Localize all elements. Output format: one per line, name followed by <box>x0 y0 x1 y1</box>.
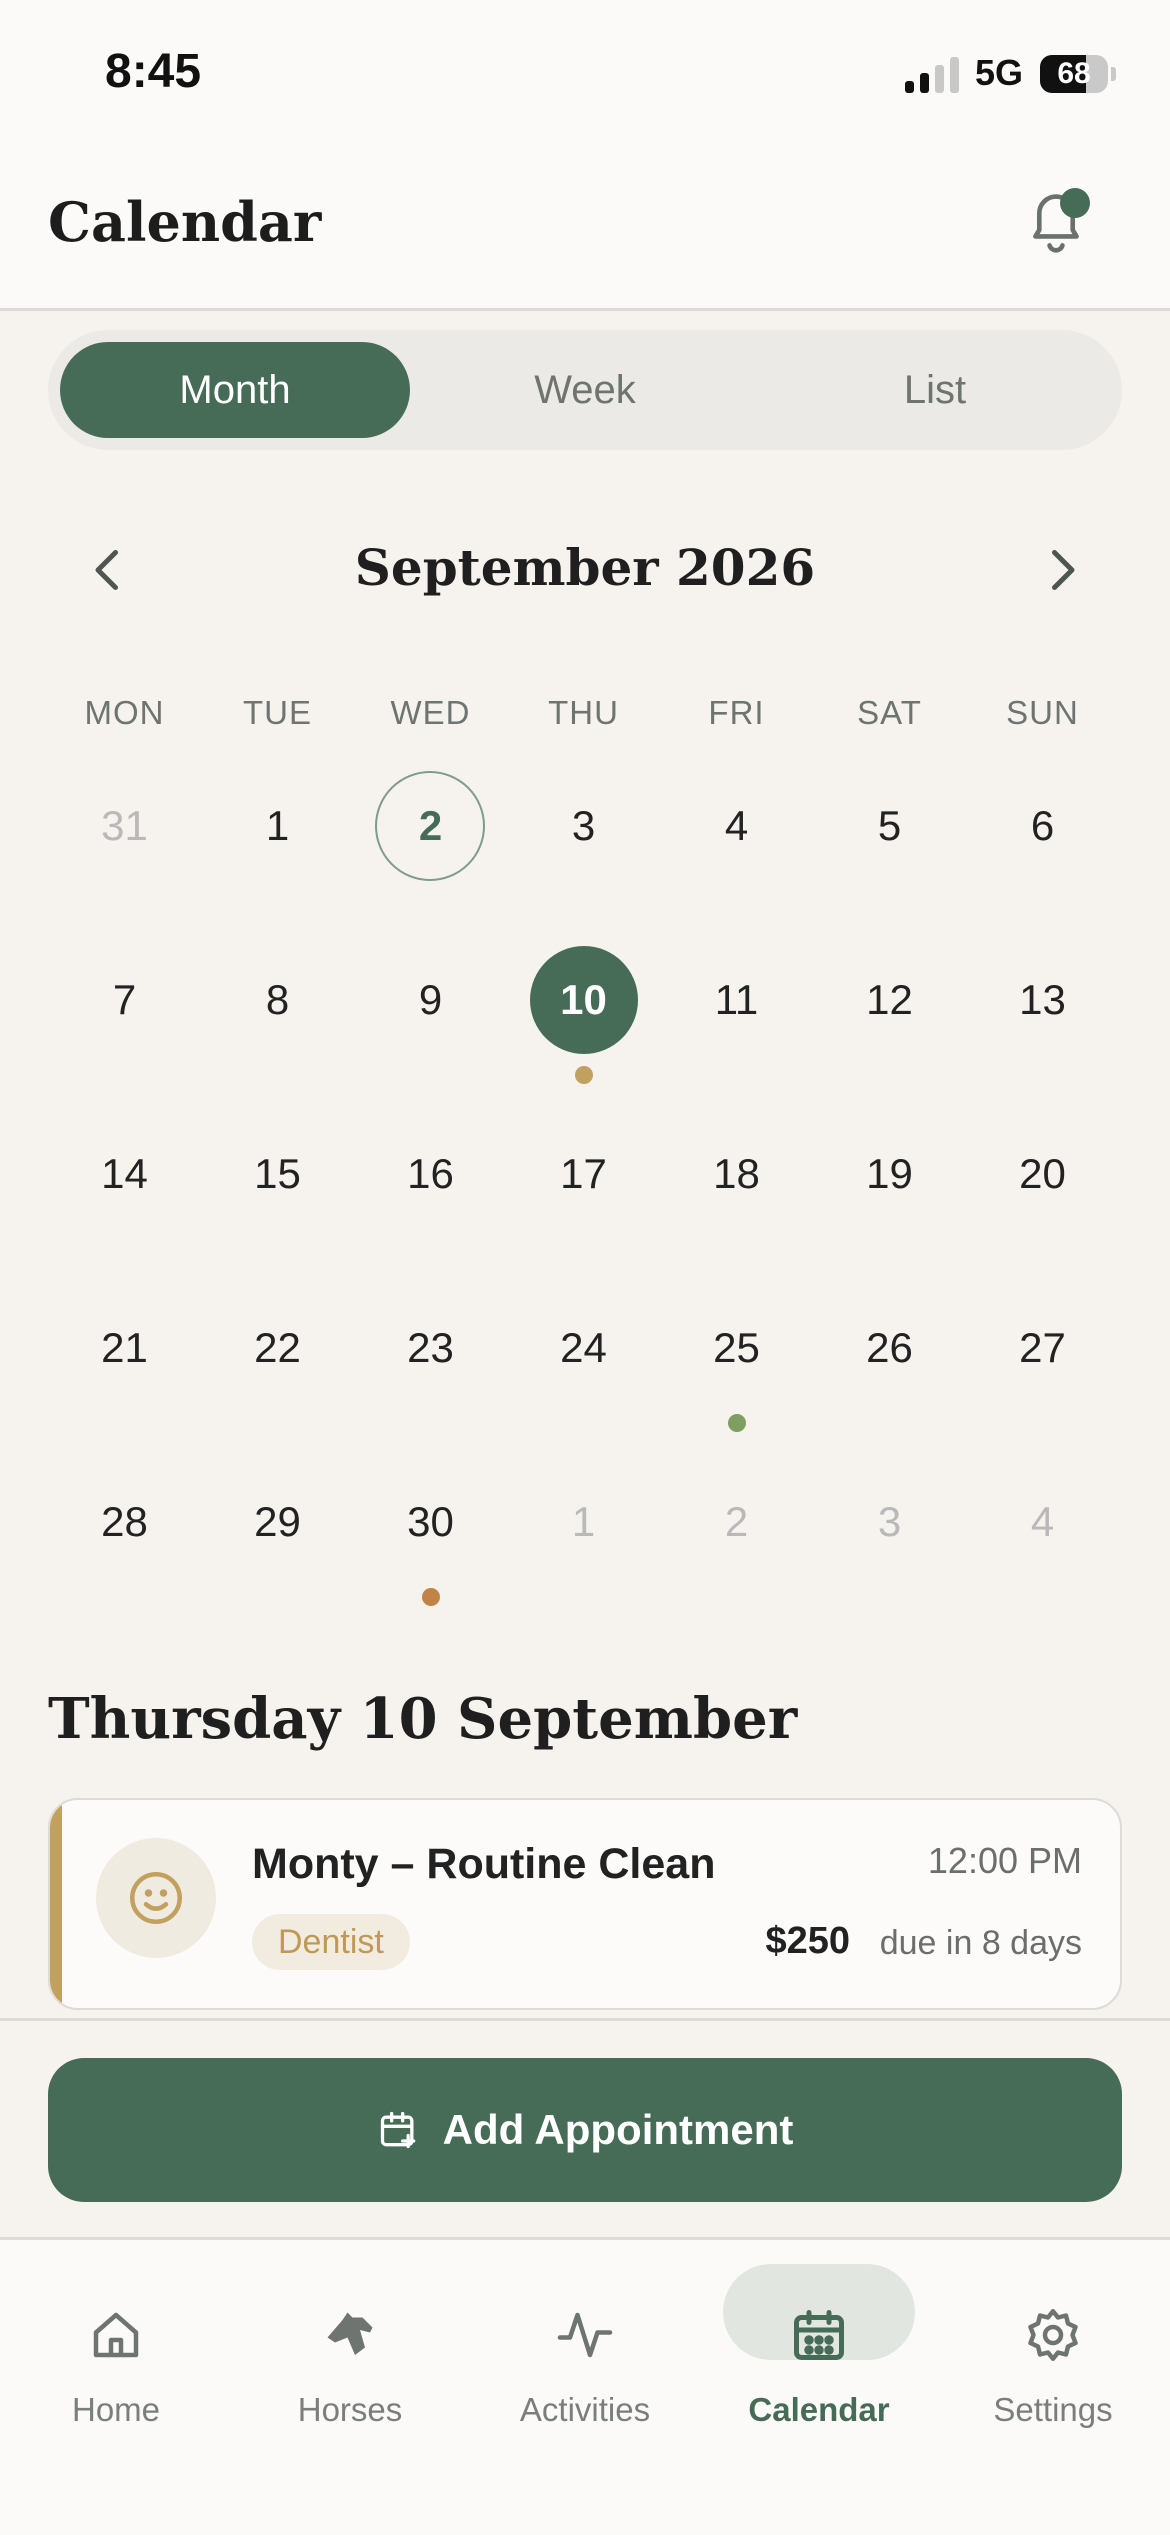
calendar-day[interactable]: 7 <box>48 976 201 1024</box>
calendar-day[interactable]: 20 <box>966 1150 1119 1198</box>
calendar-day[interactable]: 17 <box>507 1150 660 1198</box>
appointment-avatar <box>96 1838 216 1958</box>
calendar-day[interactable]: 14 <box>48 1150 201 1198</box>
calendar-day[interactable]: 1 <box>201 802 354 850</box>
calendar-day[interactable]: 16 <box>354 1150 507 1198</box>
appointment-title: Monty – Routine Clean <box>252 1840 716 1888</box>
calendar-day[interactable]: 6 <box>966 802 1119 850</box>
add-appointment-button[interactable]: Add Appointment <box>48 2058 1122 2202</box>
calendar-day[interactable]: 31 <box>48 802 201 850</box>
divider <box>0 2018 1170 2021</box>
calendar-day[interactable]: 22 <box>201 1324 354 1372</box>
activity-icon <box>557 2312 613 2358</box>
view-month-button[interactable]: Month <box>60 342 410 438</box>
appointment-amount: $250 <box>765 1920 850 1962</box>
status-bar: 8:45 5G 68 <box>0 0 1170 150</box>
gear-icon <box>1028 2309 1078 2361</box>
tab-home-label: Home <box>71 2391 161 2428</box>
tab-horses-label: Horses <box>297 2391 403 2428</box>
calendar-day[interactable]: 30 <box>354 1498 507 1546</box>
add-appointment-label: Add Appointment <box>442 2106 794 2153</box>
calendar-day[interactable]: 2 <box>660 1498 813 1546</box>
calendar-day-today[interactable]: 2 <box>354 802 507 850</box>
calendar-day[interactable]: 4 <box>660 802 813 850</box>
calendar-day[interactable]: 12 <box>813 976 966 1024</box>
calendar-day[interactable]: 26 <box>813 1324 966 1372</box>
smile-icon <box>130 1872 182 1924</box>
weekday-thu: THU <box>548 694 619 731</box>
appointment-time: 12:00 PM <box>927 1840 1082 1881</box>
calendar-day[interactable]: 23 <box>354 1324 507 1372</box>
view-toggle: Month Week List <box>48 330 1122 450</box>
calendar-day[interactable]: 9 <box>354 976 507 1024</box>
status-time: 8:45 <box>105 45 202 98</box>
event-dot <box>422 1588 440 1606</box>
calendar-day[interactable]: 19 <box>813 1150 966 1198</box>
page-title: Calendar <box>48 190 322 254</box>
view-list-button[interactable]: List <box>760 342 1110 438</box>
month-label: September 2026 <box>354 538 816 597</box>
calendar-day[interactable]: 13 <box>966 976 1119 1024</box>
calendar-day[interactable]: 8 <box>201 976 354 1024</box>
calendar-day[interactable]: 18 <box>660 1150 813 1198</box>
tab-home[interactable]: Home <box>6 2267 226 2437</box>
app-header: Calendar <box>0 150 1170 311</box>
home-icon <box>93 2312 139 2358</box>
tab-activities-label: Activities <box>519 2391 651 2428</box>
weekday-wed: WED <box>390 694 471 731</box>
notification-dot <box>1060 188 1090 218</box>
calendar-icon <box>794 2310 844 2360</box>
calendar-day[interactable]: 3 <box>507 802 660 850</box>
battery-icon: 68 <box>1040 55 1108 93</box>
weekday-mon: MON <box>84 694 165 731</box>
event-dot <box>575 1066 593 1084</box>
weekday-sun: SUN <box>1006 694 1079 731</box>
calendar-day[interactable]: 3 <box>813 1498 966 1546</box>
calendar-day[interactable]: 1 <box>507 1498 660 1546</box>
calendar-day[interactable]: 21 <box>48 1324 201 1372</box>
appointment-due: due in 8 days <box>879 1924 1082 1962</box>
calendar-day[interactable]: 27 <box>966 1324 1119 1372</box>
calendar-day[interactable]: 24 <box>507 1324 660 1372</box>
battery-level: 68 <box>1057 57 1091 90</box>
tab-activities[interactable]: Activities <box>475 2267 695 2437</box>
selected-day-heading: Thursday 10 September <box>48 1686 798 1752</box>
category-badge: Dentist <box>252 1914 410 1970</box>
network-label: 5G <box>975 52 1024 93</box>
signal-icon <box>905 55 959 93</box>
calendar-day[interactable]: 15 <box>201 1150 354 1198</box>
tab-calendar-label: Calendar <box>748 2391 890 2428</box>
tab-settings-label: Settings <box>993 2391 1113 2428</box>
event-dot <box>728 1414 746 1432</box>
weekday-sat: SAT <box>857 694 922 731</box>
calendar-day[interactable]: 29 <box>201 1498 354 1546</box>
calendar-day[interactable]: 11 <box>660 976 813 1024</box>
battery-tip <box>1111 67 1116 81</box>
horse-icon <box>327 2312 373 2355</box>
view-week-button[interactable]: Week <box>410 342 760 438</box>
appointment-accent-bar <box>50 1800 62 2008</box>
tab-calendar[interactable]: Calendar <box>709 2267 929 2437</box>
appointment-card[interactable]: Monty – Routine Clean Dentist 12:00 PM $… <box>48 1798 1122 2010</box>
calendar-day-selected[interactable]: 10 <box>507 976 660 1024</box>
calendar-day[interactable]: 28 <box>48 1498 201 1546</box>
tab-settings[interactable]: Settings <box>943 2267 1163 2437</box>
calendar-day[interactable]: 4 <box>966 1498 1119 1546</box>
weekday-tue: TUE <box>243 694 312 731</box>
calendar-plus-icon <box>380 2111 415 2149</box>
tab-horses[interactable]: Horses <box>240 2267 460 2437</box>
calendar-day[interactable]: 5 <box>813 802 966 850</box>
weekday-fri: FRI <box>708 694 765 731</box>
calendar-day[interactable]: 25 <box>660 1324 813 1372</box>
next-month-icon[interactable] <box>1032 540 1092 600</box>
